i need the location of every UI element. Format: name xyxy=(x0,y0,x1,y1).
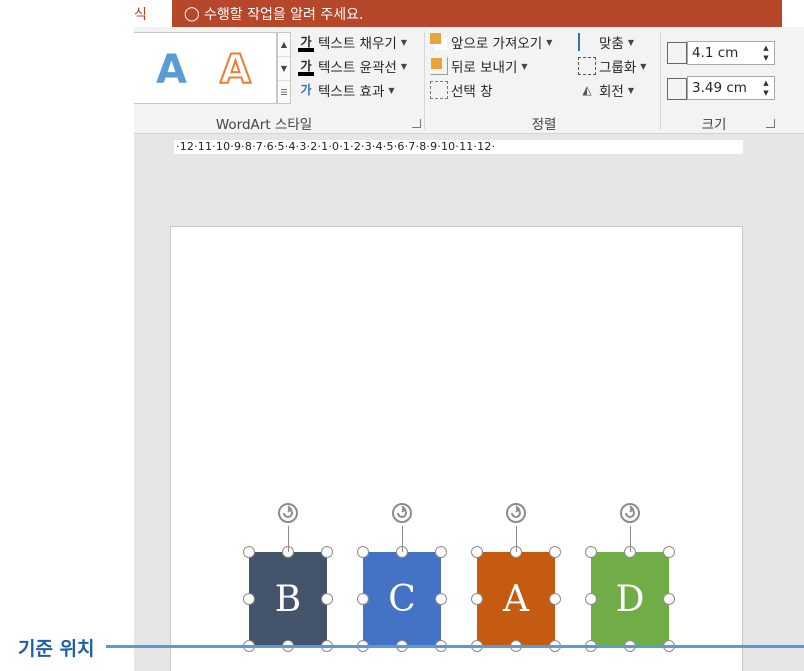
group-divider xyxy=(660,31,661,130)
resize-handle[interactable] xyxy=(243,593,255,605)
resize-handle[interactable] xyxy=(549,546,561,558)
text-fill-icon: 가 xyxy=(297,33,315,52)
reference-label: 기준 위치 xyxy=(18,638,95,660)
chevron-down-icon: ▼ xyxy=(640,61,647,71)
height-spinner-icon[interactable]: ▲ ▼ xyxy=(760,43,772,63)
format-tab-partial[interactable]: 식 xyxy=(134,4,146,24)
gallery-down-icon[interactable]: ▼ xyxy=(278,57,290,81)
slide-canvas[interactable]: BCAD xyxy=(170,226,743,671)
bring-forward-icon xyxy=(430,33,448,51)
text-outline-label: 텍스트 윤곽선 xyxy=(318,60,397,76)
chevron-down-icon: ▼ xyxy=(400,37,407,47)
lightbulb-icon: ◯ xyxy=(184,5,200,22)
text-fill-label: 텍스트 채우기 xyxy=(318,36,397,52)
wordart-style-blue[interactable]: A xyxy=(156,47,187,93)
send-backward-icon xyxy=(430,57,448,75)
resize-handle[interactable] xyxy=(435,546,447,558)
shape-c[interactable]: C xyxy=(363,552,441,646)
resize-handle[interactable] xyxy=(549,593,561,605)
send-backward-label: 뒤로 보내기 xyxy=(451,60,518,76)
chevron-down-icon: ▼ xyxy=(388,85,395,95)
bring-forward-label: 앞으로 가져오기 xyxy=(451,36,543,52)
selection-pane-icon xyxy=(430,81,448,99)
align-label: 맞춤 xyxy=(599,36,624,52)
group-label: 그룹화 xyxy=(599,60,637,76)
rotate-label: 회전 xyxy=(599,84,624,100)
resize-handle[interactable] xyxy=(471,593,483,605)
rotation-stem xyxy=(630,526,631,552)
gallery-up-icon[interactable]: ▲ xyxy=(278,33,290,57)
text-effects-label: 텍스트 효과 xyxy=(318,84,385,100)
text-outline-button[interactable]: 가 텍스트 윤곽선 ▼ xyxy=(297,55,407,77)
rotation-stem xyxy=(516,526,517,552)
chevron-down-icon: ▼ xyxy=(546,37,553,47)
shape-width-icon xyxy=(667,78,687,100)
gallery-more-icon[interactable]: ☰ xyxy=(278,81,290,105)
resize-handle[interactable] xyxy=(663,546,675,558)
wordart-gallery: A A xyxy=(134,32,277,104)
resize-handle[interactable] xyxy=(435,593,447,605)
arrange-group-label: 정렬 xyxy=(531,117,557,133)
rotation-stem xyxy=(288,526,289,552)
wordart-style-orange-outline[interactable]: A xyxy=(219,46,252,94)
resize-handle[interactable] xyxy=(585,546,597,558)
align-icon xyxy=(578,33,596,51)
resize-handle[interactable] xyxy=(243,546,255,558)
title-bar: 식 ◯ 수행할 작업을 알려 주세요. xyxy=(134,0,804,27)
shape-a[interactable]: A xyxy=(477,552,555,646)
rotate-handle-icon[interactable] xyxy=(619,502,641,524)
shape-b[interactable]: B xyxy=(249,552,327,646)
wordart-launcher-icon[interactable] xyxy=(412,119,421,128)
powerpoint-window: 식 ◯ 수행할 작업을 알려 주세요. A A ▲ ▼ ☰ 가 텍스트 채우기 … xyxy=(134,0,804,671)
text-effects-icon: 가 xyxy=(300,83,312,97)
chevron-down-icon: ▼ xyxy=(400,61,407,71)
group-divider xyxy=(424,31,425,130)
bring-forward-button[interactable]: 앞으로 가져오기 ▼ xyxy=(430,31,552,53)
shape-d[interactable]: D xyxy=(591,552,669,646)
chevron-down-icon: ▼ xyxy=(521,61,528,71)
ribbon: A A ▲ ▼ ☰ 가 텍스트 채우기 ▼ 가 텍스트 윤곽선 ▼ 가 텍스트 … xyxy=(134,27,804,134)
resize-handle[interactable] xyxy=(471,546,483,558)
size-group-label: 크기 xyxy=(701,117,727,133)
resize-handle[interactable] xyxy=(321,593,333,605)
resize-handle[interactable] xyxy=(357,593,369,605)
group-button[interactable]: 그룹화 ▼ xyxy=(578,55,646,77)
shape-width-input[interactable]: 3.49 cm ▲ ▼ xyxy=(687,76,775,100)
tell-me-box[interactable]: ◯ 수행할 작업을 알려 주세요. xyxy=(172,0,782,27)
rotate-handle-icon[interactable] xyxy=(505,502,527,524)
resize-handle[interactable] xyxy=(357,546,369,558)
chevron-down-icon: ▼ xyxy=(627,37,634,47)
resize-handle[interactable] xyxy=(663,593,675,605)
reference-line xyxy=(106,645,804,648)
group-icon xyxy=(578,57,596,75)
text-fill-button[interactable]: 가 텍스트 채우기 ▼ xyxy=(297,31,407,53)
rotation-stem xyxy=(402,526,403,552)
resize-handle[interactable] xyxy=(321,546,333,558)
selection-pane-label: 선택 창 xyxy=(451,84,493,100)
rotate-button[interactable]: ◭ 회전 ▼ xyxy=(578,79,634,101)
wordart-group-label: WordArt 스타일 xyxy=(215,117,313,133)
horizontal-ruler[interactable]: ·12·11·10·9·8·7·6·5·4·3·2·1·0·1·2·3·4·5·… xyxy=(174,140,743,154)
align-button[interactable]: 맞춤 ▼ xyxy=(578,31,634,53)
gallery-scroll: ▲ ▼ ☰ xyxy=(277,32,291,104)
shape-width-value: 3.49 cm xyxy=(692,80,747,96)
shape-height-icon xyxy=(667,42,687,64)
size-launcher-icon[interactable] xyxy=(766,119,775,128)
text-effects-button[interactable]: 가 텍스트 효과 ▼ xyxy=(297,79,395,101)
chevron-down-icon: ▼ xyxy=(627,85,634,95)
rotate-handle-icon[interactable] xyxy=(277,502,299,524)
width-spinner-icon[interactable]: ▲ ▼ xyxy=(760,78,772,98)
shape-height-input[interactable]: 4.1 cm ▲ ▼ xyxy=(687,41,775,65)
resize-handle[interactable] xyxy=(585,593,597,605)
selection-pane-button[interactable]: 선택 창 xyxy=(430,79,493,101)
send-backward-button[interactable]: 뒤로 보내기 ▼ xyxy=(430,55,528,77)
tell-me-text: 수행할 작업을 알려 주세요. xyxy=(204,6,364,23)
text-outline-icon: 가 xyxy=(297,57,315,76)
rotate-icon: ◭ xyxy=(582,83,592,97)
rotate-handle-icon[interactable] xyxy=(391,502,413,524)
shape-height-value: 4.1 cm xyxy=(692,45,739,61)
